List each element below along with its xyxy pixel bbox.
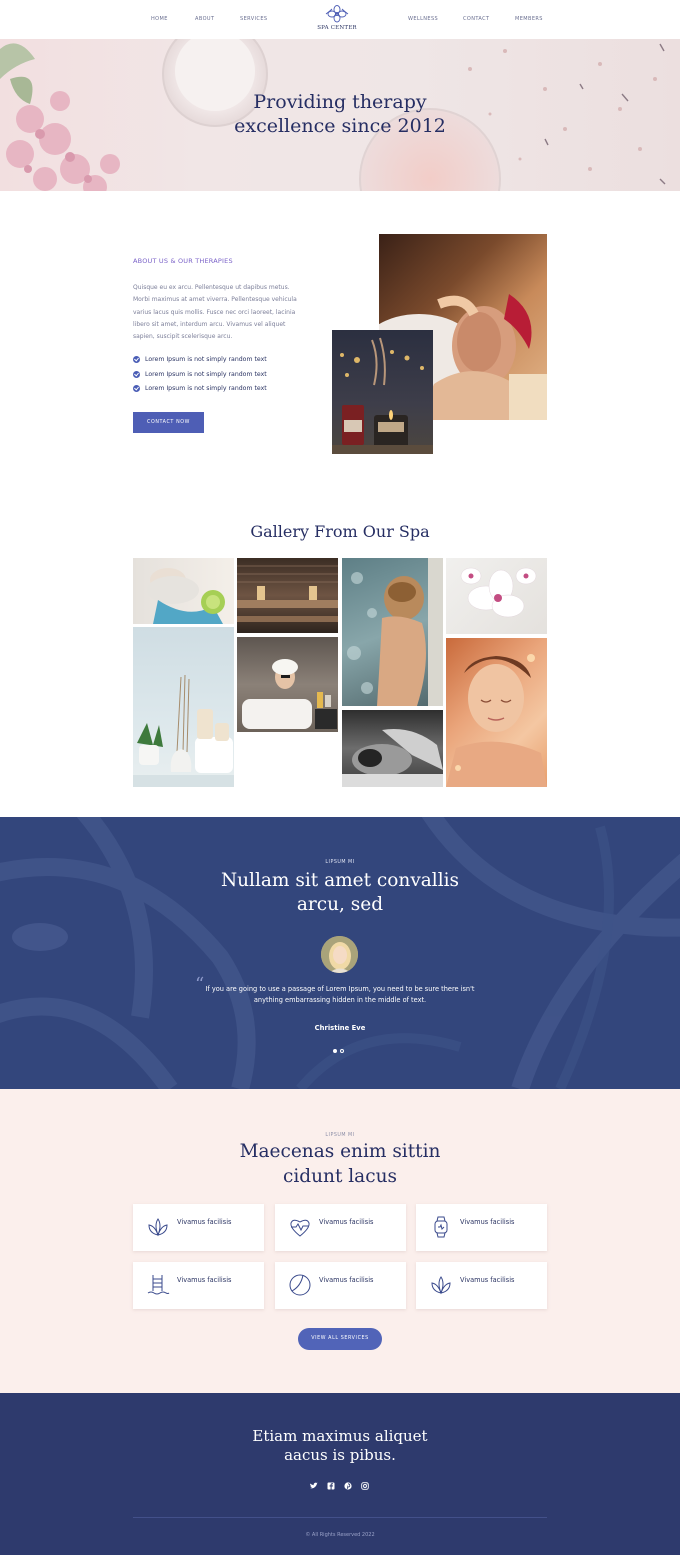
about-section-label: ABOUT US & OUR THERAPIES <box>133 257 233 265</box>
hero-title-line-1: Providing therapy <box>253 91 427 113</box>
testimonial-quote-line-1: If you are going to use a passage of Lor… <box>205 985 475 993</box>
facebook-icon[interactable] <box>325 1480 337 1492</box>
copyright-text: © All Rights Reserved 2022 <box>305 1532 375 1538</box>
testimonial-title-line-1: Nullam sit amet convallis <box>220 870 460 891</box>
candles-photo <box>332 330 433 454</box>
candles-illustration <box>332 337 433 454</box>
gallery-photo-massage-bw <box>342 710 443 787</box>
nav-services[interactable]: SERVICES <box>240 16 267 22</box>
testimonial-title: Nullam sit amet convallis arcu, sed <box>0 869 680 917</box>
checklist-item-text: Lorem Ipsum is not simply random text <box>145 385 267 393</box>
nav-members[interactable]: MEMBERS <box>515 16 543 22</box>
nav-home[interactable]: HOME <box>151 16 168 22</box>
sauna-illustration <box>237 565 338 622</box>
brand-logo[interactable]: SPA CENTER <box>313 5 361 31</box>
testimonial-quote: If you are going to use a passage of Lor… <box>200 984 480 1007</box>
ball-icon <box>289 1274 311 1296</box>
gallery-photo-pool-woman <box>342 558 443 706</box>
services-title-line-1: Maecenas enim sittin <box>239 1141 441 1162</box>
diffuser-illustration <box>133 674 234 787</box>
service-card-5[interactable]: Vivamus facilisis <box>275 1262 406 1309</box>
service-card-label: Vivamus facilisis <box>177 1276 232 1284</box>
about-checklist: Lorem Ipsum is not simply random text Lo… <box>133 354 267 398</box>
bath-illustration <box>242 659 337 729</box>
carousel-dot-2[interactable] <box>340 1049 344 1053</box>
testimonial-eyebrow: LIPSUM MI <box>325 860 355 865</box>
view-all-services-button[interactable]: VIEW ALL SERVICES <box>298 1328 382 1350</box>
relaxing-woman-illustration <box>446 654 547 787</box>
lotus-icon <box>148 1218 168 1237</box>
gallery-photo-bath <box>237 637 338 732</box>
testimonial-quote-line-2: anything embarrassing hidden in the midd… <box>253 996 427 1005</box>
avatar <box>321 936 358 973</box>
footer-title-line-2: aacus is pibus. <box>284 1446 396 1464</box>
check-circle-icon <box>133 370 140 378</box>
checklist-item-text: Lorem Ipsum is not simply random text <box>145 370 267 378</box>
brand-name: SPA CENTER <box>317 25 357 31</box>
top-nav: HOME ABOUT SERVICES SPA CENTER WELLNESS … <box>0 0 680 39</box>
footer-divider <box>133 1517 547 1518</box>
nav-about[interactable]: ABOUT <box>195 16 214 22</box>
service-card-1[interactable]: Vivamus facilisis <box>133 1204 264 1251</box>
hero-title: Providing therapy excellence since 2012 <box>0 90 680 138</box>
checklist-item: Lorem Ipsum is not simply random text <box>133 383 267 398</box>
service-card-6[interactable]: Vivamus facilisis <box>416 1262 547 1309</box>
instagram-icon[interactable] <box>359 1480 371 1492</box>
service-card-3[interactable]: Vivamus facilisis <box>416 1204 547 1251</box>
pool-ladder-icon <box>147 1275 170 1295</box>
footer <box>0 1393 680 1555</box>
gallery-photo-sauna <box>237 558 338 633</box>
service-card-label: Vivamus facilisis <box>177 1218 232 1226</box>
carousel-dots <box>333 1038 347 1057</box>
testimonial-title-line-2: arcu, sed <box>296 894 384 915</box>
hero-banner: Providing therapy excellence since 2012 <box>0 39 680 191</box>
checklist-item: Lorem Ipsum is not simply random text <box>133 369 267 384</box>
check-circle-icon <box>133 356 140 363</box>
heart-pulse-icon <box>290 1219 310 1237</box>
services-title-line-2: cidunt lacus <box>283 1165 397 1187</box>
service-card-2[interactable]: Vivamus facilisis <box>275 1204 406 1251</box>
gallery-title: Gallery From Our Spa <box>250 522 430 541</box>
massage-bw-illustration <box>342 729 443 787</box>
service-card-label: Vivamus facilisis <box>319 1218 374 1226</box>
face-mask-illustration <box>147 568 225 624</box>
services-eyebrow: LIPSUM MI <box>325 1133 355 1138</box>
services-title: Maecenas enim sittin cidunt lacus <box>0 1140 680 1189</box>
service-card-label: Vivamus facilisis <box>460 1218 515 1226</box>
about-description: Quisque eu ex arcu. Pellentesque ut dapi… <box>133 284 297 341</box>
orchid-illustration <box>460 567 537 618</box>
carousel-dot-1[interactable] <box>333 1049 337 1053</box>
twitter-icon[interactable] <box>308 1480 320 1492</box>
smartwatch-icon <box>434 1216 448 1238</box>
gallery-photo-diffuser <box>133 627 234 787</box>
nav-wellness[interactable]: WELLNESS <box>408 16 438 22</box>
lotus-icon <box>431 1276 451 1295</box>
hero-title-line-2: excellence since 2012 <box>234 115 446 137</box>
gallery-photo-relaxing-woman <box>446 638 547 787</box>
gallery-photo-orchid <box>446 558 547 634</box>
pool-woman-illustration <box>347 558 443 706</box>
checklist-item-text: Lorem Ipsum is not simply random text <box>145 356 267 363</box>
service-card-label: Vivamus facilisis <box>460 1276 515 1284</box>
service-card-4[interactable]: Vivamus facilisis <box>133 1262 264 1309</box>
footer-title-line-1: Etiam maximus aliquet <box>252 1427 428 1445</box>
testimonial-author: Christine Eve <box>314 1024 366 1032</box>
service-card-label: Vivamus facilisis <box>319 1276 374 1284</box>
nav-contact[interactable]: CONTACT <box>463 16 490 22</box>
checklist-item: Lorem Ipsum is not simply random text <box>133 354 267 369</box>
gallery-photo-face-mask <box>133 558 234 624</box>
avatar-image <box>321 936 358 973</box>
footer-title: Etiam maximus aliquet aacus is pibus. <box>0 1427 680 1465</box>
pinterest-icon[interactable] <box>342 1480 354 1492</box>
contact-now-button[interactable]: CONTACT NOW <box>133 412 204 433</box>
lotus-logo-icon <box>325 5 349 23</box>
check-circle-icon <box>133 385 140 393</box>
